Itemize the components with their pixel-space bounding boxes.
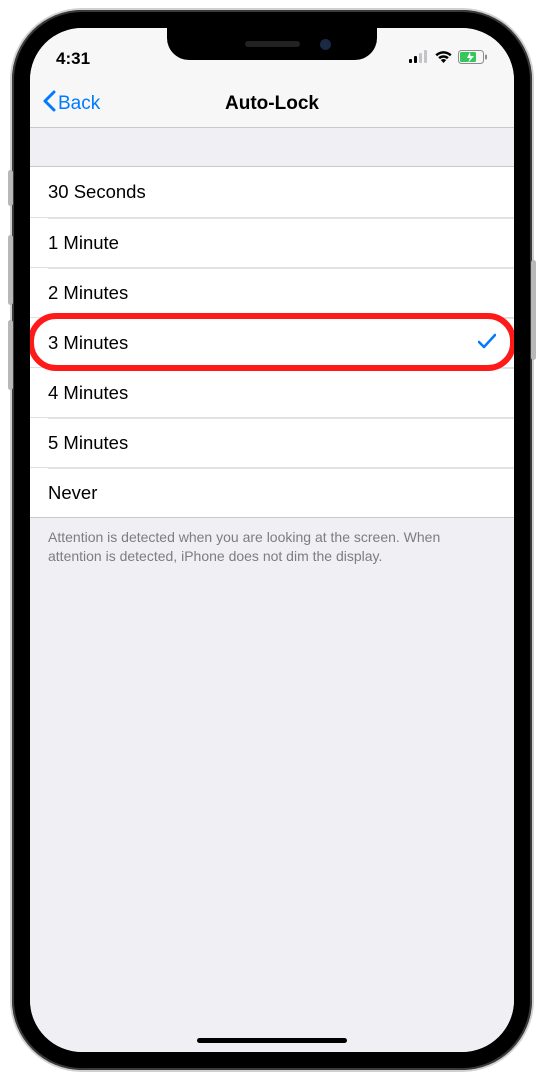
chevron-left-icon [42,90,56,118]
power-button [531,260,536,360]
auto-lock-option[interactable]: 30 Seconds [30,167,514,217]
notch [167,28,377,60]
option-label: 30 Seconds [48,181,146,203]
option-label: 5 Minutes [48,432,128,454]
wifi-icon [434,50,453,69]
back-label: Back [58,93,100,115]
page-title: Auto-Lock [30,93,514,115]
volume-up-button [8,235,13,305]
status-icons [409,50,488,69]
screen: 4:31 [30,28,514,1052]
auto-lock-option[interactable]: 5 Minutes [30,417,514,467]
auto-lock-option[interactable]: 4 Minutes [30,367,514,417]
volume-down-button [8,320,13,390]
silent-switch [8,170,13,206]
auto-lock-options: 30 Seconds 1 Minute 2 Minutes 3 Minutes 4 Mi… [30,166,514,518]
auto-lock-option[interactable]: 3 Minutes [30,317,514,367]
option-label: 2 Minutes [48,282,128,304]
battery-icon [458,50,488,69]
nav-bar: Back Auto-Lock [30,80,514,128]
checkmark-icon [478,332,496,354]
auto-lock-option[interactable]: Never [30,467,514,517]
status-time: 4:31 [56,49,90,69]
home-indicator[interactable] [197,1038,347,1043]
footer-note: Attention is detected when you are looki… [30,518,514,576]
back-button[interactable]: Back [42,90,100,118]
option-label: 3 Minutes [48,332,128,354]
option-label: 4 Minutes [48,382,128,404]
auto-lock-option[interactable]: 1 Minute [30,217,514,267]
cellular-icon [409,50,429,68]
auto-lock-option[interactable]: 2 Minutes [30,267,514,317]
content: 30 Seconds 1 Minute 2 Minutes 3 Minutes 4 Mi… [30,128,514,1052]
option-label: Never [48,482,97,504]
option-label: 1 Minute [48,232,119,254]
phone-frame: 4:31 [12,10,532,1070]
